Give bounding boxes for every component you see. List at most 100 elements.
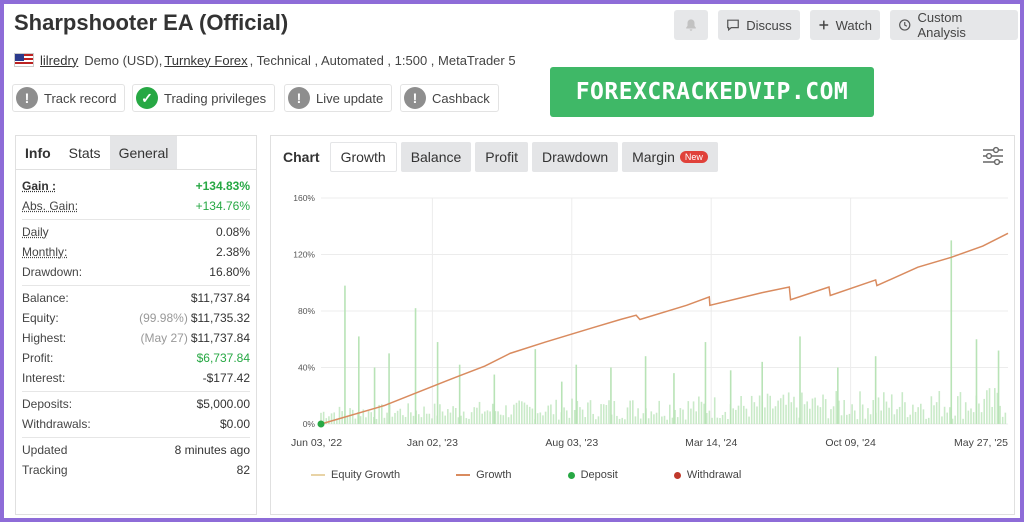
y-tick-label: 40% xyxy=(298,363,315,373)
plus-icon xyxy=(819,20,829,30)
equity-label: Equity: xyxy=(22,311,59,325)
abs-gain-row: Abs. Gain: +134.76% xyxy=(22,196,250,216)
chart-tabs: Chart Growth Balance Profit Drawdown Mar… xyxy=(277,142,718,172)
interest-label: Interest: xyxy=(22,371,66,385)
profit-row: Profit: $6,737.84 xyxy=(22,348,250,368)
y-tick-label: 160% xyxy=(293,193,315,203)
drawdown-value: 16.80% xyxy=(209,265,250,279)
deposits-label: Deposits: xyxy=(22,397,73,411)
updated-row: Updated 8 minutes ago xyxy=(22,440,250,460)
legend-equity-growth[interactable]: Equity Growth xyxy=(311,469,400,481)
y-tick-label: 80% xyxy=(298,306,315,316)
tab-general[interactable]: General xyxy=(109,136,178,169)
new-badge: New xyxy=(679,151,708,163)
watch-button[interactable]: Watch xyxy=(810,10,880,40)
profit-label: Profit: xyxy=(22,351,54,365)
x-tick-label: Aug 03, '23 xyxy=(545,437,598,449)
track-record-badge[interactable]: ! Track record xyxy=(12,84,126,112)
page: Sharpshooter EA (Official) Discuss Watch… xyxy=(4,4,1020,518)
legend-withdrawal[interactable]: Withdrawal xyxy=(673,469,742,481)
chart-panel: Chart Growth Balance Profit Drawdown Mar… xyxy=(270,135,1015,515)
abs-gain-label[interactable]: Abs. Gain: xyxy=(22,199,78,213)
x-tick-label: Jan 02, '23 xyxy=(407,437,458,449)
tracking-value: 82 xyxy=(236,463,250,477)
daily-row: Daily 0.08% xyxy=(22,222,250,242)
daily-value: 0.08% xyxy=(215,225,250,239)
x-tick-label: Jun 03, '22 xyxy=(291,437,342,449)
user-link[interactable]: lilredry xyxy=(40,53,78,68)
deposits-value: $5,000.00 xyxy=(196,397,250,411)
monthly-label[interactable]: Monthly: xyxy=(22,245,67,259)
legend-withdrawal-swatch xyxy=(673,471,681,479)
legend-deposit-swatch xyxy=(567,471,575,479)
highest-label: Highest: xyxy=(22,331,67,345)
account-details: , Technical , Automated , 1:500 , MetaTr… xyxy=(249,52,516,68)
monthly-value: 2.38% xyxy=(215,245,250,259)
tab-profit[interactable]: Profit xyxy=(475,142,528,172)
broker-link[interactable]: Turnkey Forex xyxy=(164,53,247,68)
tab-stats[interactable]: Stats xyxy=(60,136,110,169)
custom-analysis-button[interactable]: Custom Analysis xyxy=(890,10,1018,40)
comment-icon xyxy=(727,19,740,32)
tab-info[interactable]: Info xyxy=(16,136,60,169)
tab-chart[interactable]: Chart xyxy=(277,142,326,172)
tracking-label: Tracking xyxy=(22,463,68,477)
bell-icon xyxy=(686,19,696,31)
gain-row: Gain : +134.83% xyxy=(22,176,250,196)
account-info: lilredry Demo (USD), Turnkey Forex , Tec… xyxy=(14,50,516,70)
live-update-label: Live update xyxy=(316,90,384,106)
notify-button[interactable] xyxy=(674,10,708,40)
withdrawals-label: Withdrawals: xyxy=(22,417,91,431)
equity-row: Equity: (99.98%) $11,735.32 xyxy=(22,308,250,328)
trading-privileges-label: Trading privileges xyxy=(164,90,267,106)
drawdown-row: Drawdown: 16.80% xyxy=(22,262,250,282)
balance-value: $11,737.84 xyxy=(190,291,250,305)
tab-balance[interactable]: Balance xyxy=(400,142,472,172)
abs-gain-value: +134.76% xyxy=(195,199,250,213)
account-type: Demo (USD), xyxy=(84,52,163,68)
promo-banner: FOREXCRACKEDVIP.COM xyxy=(550,67,874,117)
legend-deposit-label: Deposit xyxy=(580,469,618,481)
deposit-point xyxy=(317,420,325,428)
updated-value: 8 minutes ago xyxy=(174,443,250,457)
trading-privileges-badge[interactable]: ✓ Trading privileges xyxy=(132,84,276,112)
drawdown-label: Drawdown: xyxy=(22,265,83,279)
tab-drawdown[interactable]: Drawdown xyxy=(531,142,619,172)
check-icon: ✓ xyxy=(136,87,158,109)
gain-label[interactable]: Gain : xyxy=(22,179,56,193)
legend-deposit[interactable]: Deposit xyxy=(567,469,618,481)
cashback-label: Cashback xyxy=(432,90,490,106)
equity-value: $11,735.32 xyxy=(190,311,250,325)
tab-margin[interactable]: Margin New xyxy=(622,142,718,172)
legend-equity-label: Equity Growth xyxy=(331,469,401,481)
tab-growth[interactable]: Growth xyxy=(329,142,397,172)
y-tick-label: 0% xyxy=(303,419,316,429)
legend-withdrawal-label: Withdrawal xyxy=(686,469,742,481)
legend-growth-label: Growth xyxy=(476,469,512,481)
highest-row: Highest: (May 27) $11,737.84 xyxy=(22,328,250,348)
growth-line xyxy=(320,232,1009,425)
withdrawals-value: $0.00 xyxy=(219,417,250,431)
balance-label: Balance: xyxy=(22,291,69,305)
gain-value: +134.83% xyxy=(195,179,250,193)
live-update-badge[interactable]: ! Live update xyxy=(284,84,393,112)
stats-panel: Info Stats General Gain : +134.83% Abs. G… xyxy=(15,135,257,515)
settings-sliders-icon[interactable] xyxy=(982,146,1004,166)
legend-growth[interactable]: Growth xyxy=(456,469,512,481)
legend-equity-swatch xyxy=(311,474,325,476)
highest-value: $11,737.84 xyxy=(190,331,250,345)
balance-row: Balance: $11,737.84 xyxy=(22,288,250,308)
discuss-button[interactable]: Discuss xyxy=(718,10,800,40)
profit-value: $6,737.84 xyxy=(196,351,250,365)
daily-label[interactable]: Daily xyxy=(22,225,49,239)
stats-tabs: Info Stats General xyxy=(16,136,256,170)
equity-note: (99.98%) xyxy=(139,311,188,325)
cashback-badge[interactable]: ! Cashback xyxy=(400,84,499,112)
discuss-label: Discuss xyxy=(746,17,792,33)
exclamation-icon: ! xyxy=(404,87,426,109)
page-title: Sharpshooter EA (Official) xyxy=(14,10,289,35)
deposits-row: Deposits: $5,000.00 xyxy=(22,394,250,414)
flag-icon xyxy=(14,53,34,67)
custom-analysis-label: Custom Analysis xyxy=(917,10,966,40)
y-tick-label: 120% xyxy=(293,250,315,260)
